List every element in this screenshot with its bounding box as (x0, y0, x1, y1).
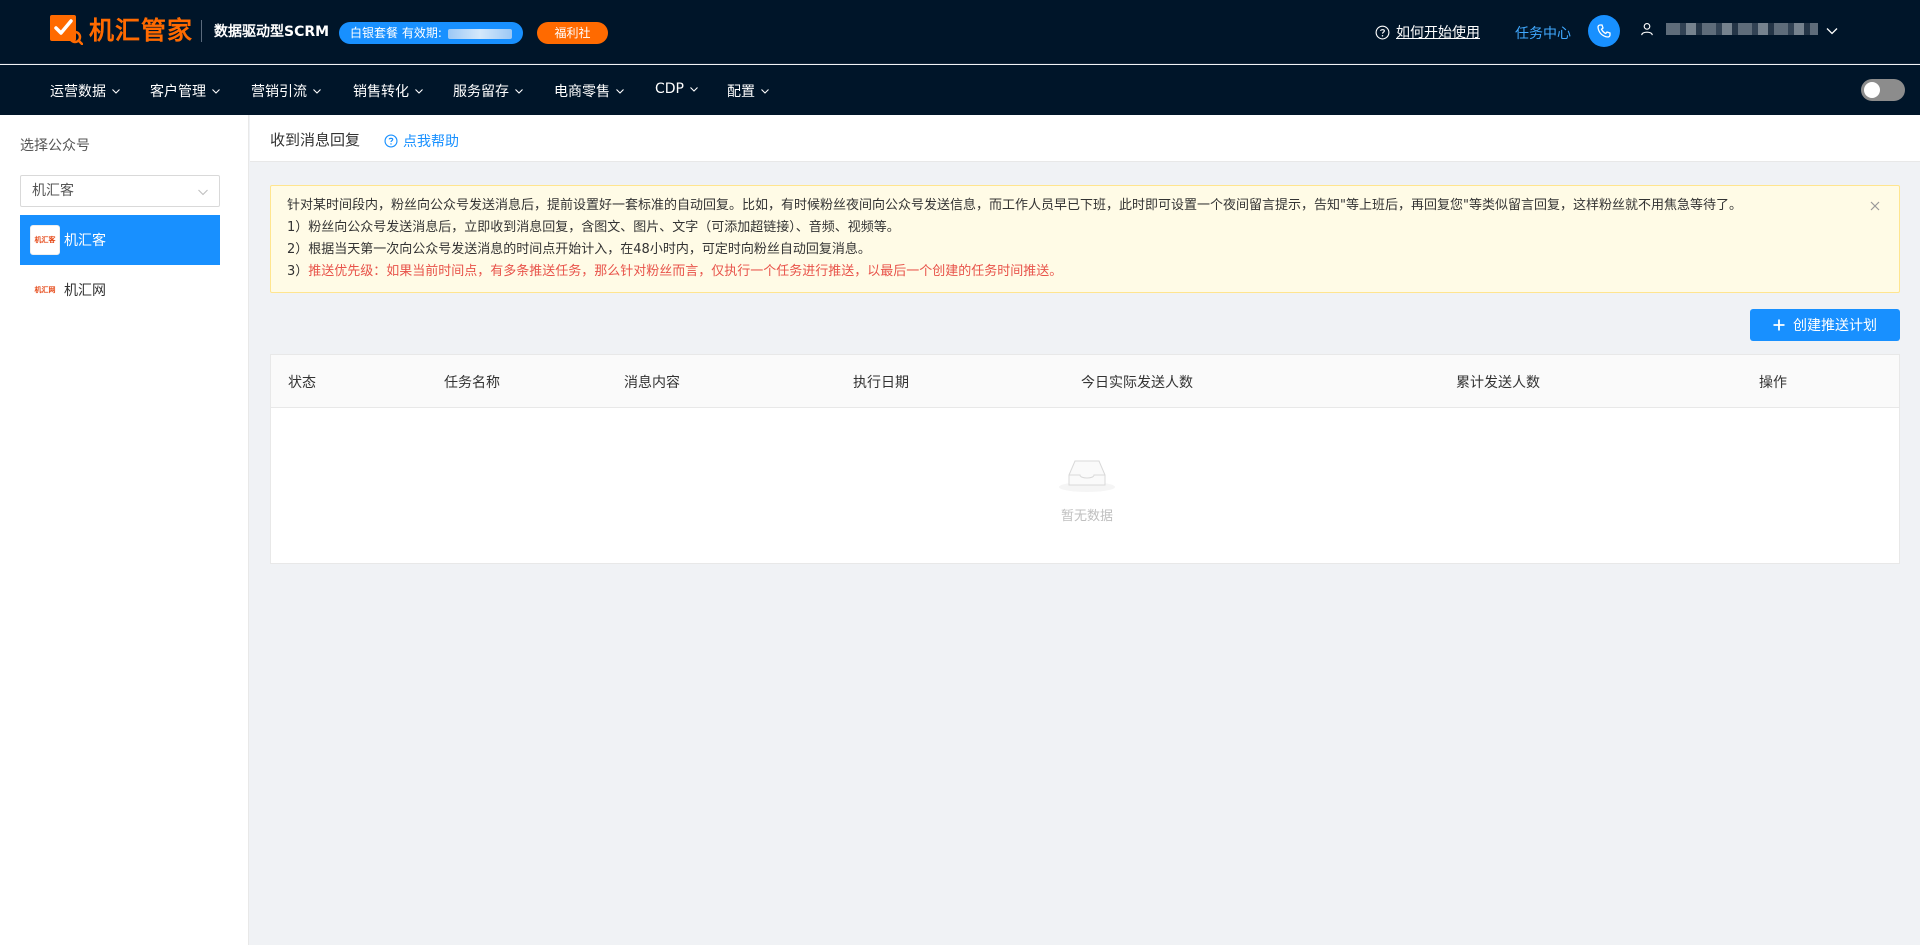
nav-settings[interactable]: 配置 (727, 81, 770, 101)
nav-cdp[interactable]: CDP (655, 81, 699, 97)
plan-label: 白银套餐 有效期: (350, 26, 442, 40)
chevron-down-icon (690, 87, 698, 92)
column-header: 消息内容 (624, 375, 680, 391)
getting-started-label: 如何开始使用 (1396, 25, 1480, 41)
chevron-down-icon[interactable] (1825, 24, 1839, 42)
brand-name: 机汇管家 (89, 16, 194, 45)
info-alert: 针对某时间段内，粉丝向公众号发送消息后，提前设置好一套标准的自动回复。比如，有时… (270, 185, 1900, 293)
chevron-down-icon (112, 89, 120, 94)
redacted-date (447, 28, 512, 39)
getting-started-link[interactable]: 如何开始使用 (1375, 22, 1480, 42)
brand-logo-icon (49, 13, 84, 46)
nav-label: 运营数据 (50, 84, 106, 100)
help-circle-icon (384, 134, 398, 148)
alert-line: 2）根据当天第一次向公众号发送消息的时间点开始计入，在48小时内，可定时向粉丝自… (287, 242, 871, 257)
chevron-down-icon (212, 89, 220, 94)
nav-label: CDP (655, 81, 684, 97)
alert-line-prefix: 3） (287, 264, 309, 279)
welfare-button[interactable]: 福利社 (537, 22, 608, 44)
welfare-label: 福利社 (554, 26, 591, 40)
redacted-username (1666, 23, 1818, 35)
account-item-jihuike[interactable]: 机汇客 机汇客 (20, 215, 220, 265)
page-header: 收到消息回复 点我帮助 (250, 115, 1920, 162)
alert-line: 3）推送优先级：如果当前时间点，有多条推送任务，那么针对粉丝而言，仅执行一个任务… (287, 261, 1883, 283)
plus-icon (1773, 319, 1785, 331)
nav-label: 电商零售 (554, 84, 610, 100)
nav-ecommerce[interactable]: 电商零售 (554, 81, 625, 101)
column-header: 状态 (288, 375, 316, 391)
chevron-down-icon (313, 89, 321, 94)
account-select[interactable]: 机汇客 (20, 175, 220, 207)
empty-state: 暂无数据 (1057, 453, 1117, 524)
tagline: 数据驱动型SCRM (214, 24, 330, 40)
priority-note: 推送优先级：如果当前时间点，有多条推送任务，那么针对粉丝而言，仅执行一个任务进行… (308, 264, 1063, 279)
column-header: 任务名称 (444, 375, 500, 391)
close-icon[interactable] (1869, 198, 1881, 220)
nav-label: 销售转化 (353, 84, 409, 100)
empty-inbox-icon (1059, 460, 1115, 492)
nav-label: 客户管理 (150, 84, 206, 100)
account-logo: 机汇客 (30, 225, 60, 255)
create-push-plan-label: 创建推送计划 (1793, 318, 1877, 334)
chevron-down-icon (198, 189, 208, 196)
nav-label: 配置 (727, 84, 755, 100)
account-sidebar: 选择公众号 机汇客 机汇客 机汇客 机汇网 机汇网 (0, 115, 249, 945)
help-circle-icon (1375, 25, 1390, 39)
account-select-value: 机汇客 (32, 183, 74, 199)
user-icon (1641, 23, 1653, 36)
account-name: 机汇网 (64, 283, 106, 299)
account-name: 机汇客 (64, 233, 106, 249)
phone-button[interactable] (1588, 15, 1620, 47)
nav-label: 营销引流 (251, 84, 307, 100)
account-item-jihuiwang[interactable]: 机汇网 机汇网 (20, 265, 220, 315)
nav-operations[interactable]: 运营数据 (50, 81, 121, 101)
nav-marketing[interactable]: 营销引流 (251, 81, 322, 101)
column-header: 操作 (1759, 375, 1787, 391)
help-button-label: 点我帮助 (403, 134, 459, 150)
chevron-down-icon (415, 89, 423, 94)
push-plan-table: 状态 任务名称 消息内容 执行日期 今日实际发送人数 累计发送人数 操作 暂无数… (270, 354, 1900, 564)
empty-text: 暂无数据 (1060, 509, 1113, 524)
alert-line: 针对某时间段内，粉丝向公众号发送消息后，提前设置好一套标准的自动回复。比如，有时… (287, 198, 1742, 213)
main-nav: 运营数据 客户管理 营销引流 销售转化 服务留存 电商零售 CDP 配置 (0, 65, 1920, 115)
task-center-link[interactable]: 任务中心 (1515, 23, 1571, 43)
chevron-down-icon (616, 89, 624, 94)
top-header: 机汇管家 数据驱动型SCRM 白银套餐 有效期: 福利社 如何开始使用 任务中心 (0, 0, 1920, 64)
table-header: 状态 任务名称 消息内容 执行日期 今日实际发送人数 累计发送人数 操作 (271, 355, 1899, 408)
chevron-down-icon (515, 89, 523, 94)
brand-logo[interactable]: 机汇管家 (49, 13, 194, 46)
sidebar-title: 选择公众号 (20, 138, 90, 154)
create-push-plan-button[interactable]: 创建推送计划 (1750, 309, 1900, 341)
column-header: 执行日期 (853, 375, 909, 391)
chevron-down-icon (761, 89, 769, 94)
nav-retention[interactable]: 服务留存 (453, 81, 524, 101)
nav-sales[interactable]: 销售转化 (353, 81, 424, 101)
nav-label: 服务留存 (453, 84, 509, 100)
phone-icon (1597, 24, 1611, 38)
account-logo: 机汇网 (34, 286, 56, 294)
column-header: 累计发送人数 (1456, 375, 1540, 391)
page-title: 收到消息回复 (270, 131, 361, 149)
plan-badge[interactable]: 白银套餐 有效期: (339, 22, 523, 44)
divider (201, 20, 202, 42)
alert-line: 1）粉丝向公众号发送消息后，立即收到消息回复，含图文、图片、文字（可添加超链接）… (287, 220, 900, 235)
nav-customers[interactable]: 客户管理 (150, 81, 221, 101)
help-button[interactable]: 点我帮助 (384, 131, 459, 151)
user-menu[interactable] (1640, 22, 1818, 36)
column-header: 今日实际发送人数 (1081, 375, 1193, 391)
theme-toggle[interactable] (1861, 79, 1905, 101)
